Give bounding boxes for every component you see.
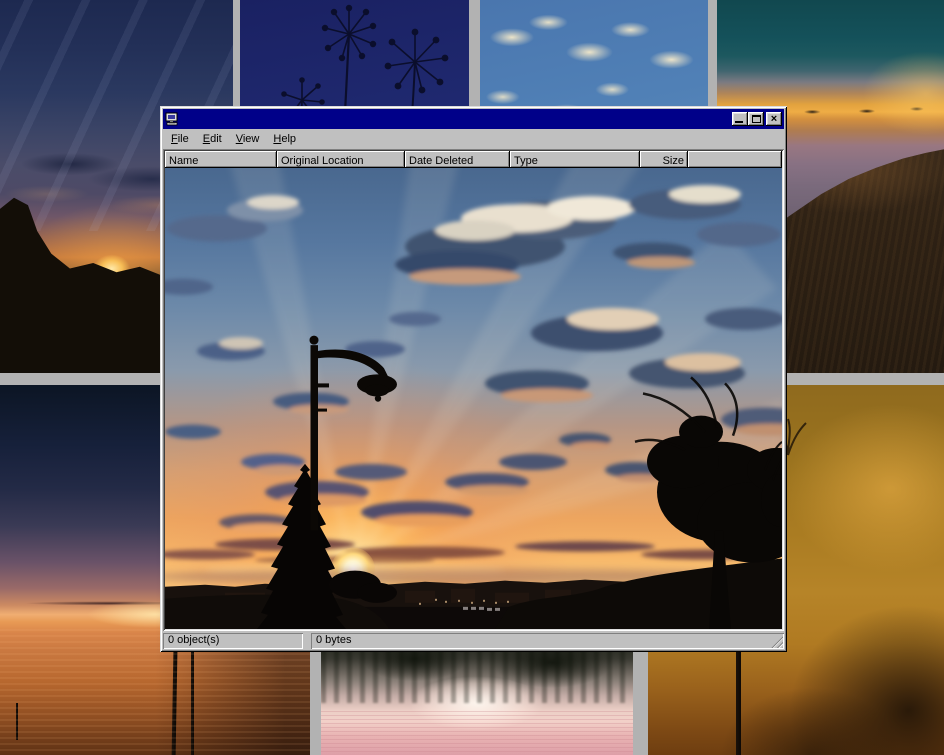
status-bar: 0 object(s) 0 bytes [163,633,784,649]
close-button[interactable]: × [766,112,782,126]
status-size: 0 bytes [311,633,784,649]
menu-edit[interactable]: Edit [196,131,229,147]
close-icon: × [771,114,777,124]
recycle-bin-window: × File Edit View Help Name Original Loca… [160,106,787,652]
column-header-size[interactable]: Size [640,151,688,168]
column-header-original-location[interactable]: Original Location [277,151,405,168]
maximize-icon [752,115,761,123]
column-header-date-deleted[interactable]: Date Deleted [405,151,510,168]
status-object-count: 0 object(s) [163,633,303,649]
menu-help[interactable]: Help [266,131,303,147]
maximize-button[interactable] [748,112,764,126]
column-header-empty[interactable] [688,151,782,168]
column-header-type[interactable]: Type [510,151,640,168]
column-header-name[interactable]: Name [165,151,277,168]
desktop-wallpaper: × File Edit View Help Name Original Loca… [0,0,944,755]
window-titlebar[interactable]: × [163,109,784,129]
pole-silhouette [16,703,18,740]
sunset-street-lamp-photo[interactable] [165,168,782,629]
menu-bar: File Edit View Help [163,129,784,149]
minimize-icon [735,121,743,123]
folder-list-view: Name Original Location Date Deleted Type… [163,149,784,631]
computer-icon [165,112,179,126]
minimize-button[interactable] [732,112,748,126]
menu-view[interactable]: View [229,131,267,147]
menu-file[interactable]: File [164,131,196,147]
column-headers: Name Original Location Date Deleted Type… [165,151,782,168]
